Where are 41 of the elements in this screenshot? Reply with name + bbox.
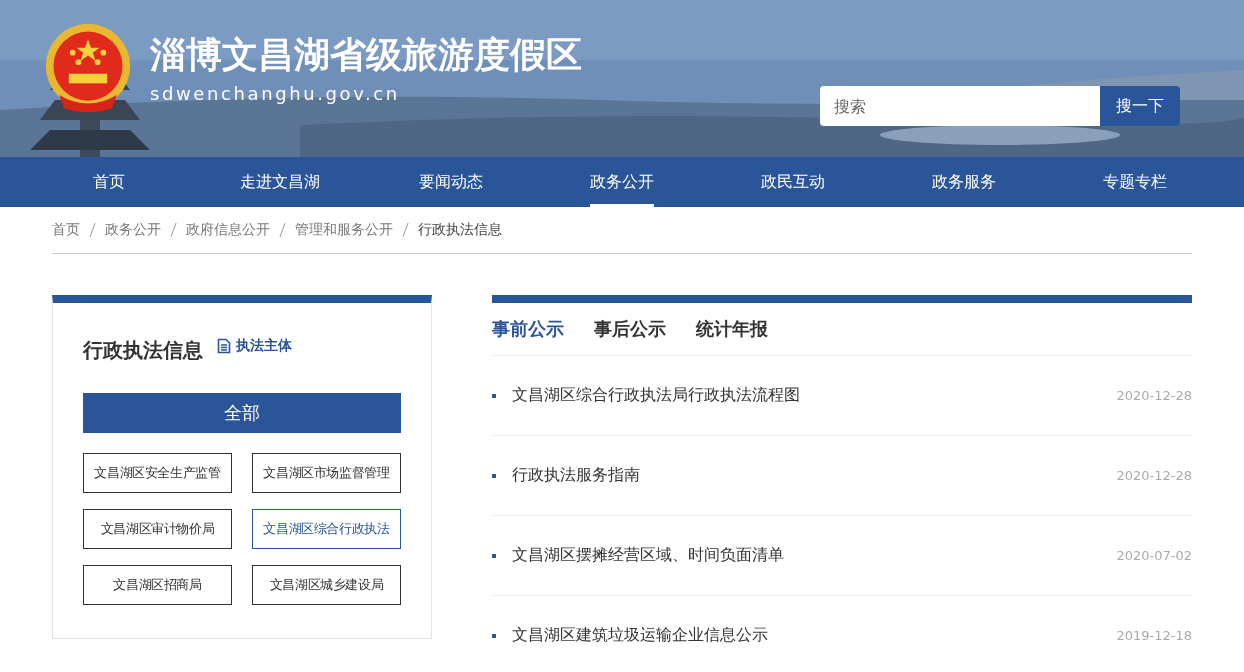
article-date: 2020-12-28 [1116,388,1192,403]
nav-item[interactable]: 专题专栏 [1049,157,1220,207]
bullet-icon [492,473,496,478]
site-title: 淄博文昌湖省级旅游度假区 [150,32,582,77]
entity-link[interactable]: 执法主体 [236,337,292,355]
breadcrumb-link[interactable]: 行政执法信息 [418,221,502,239]
category-button[interactable]: 文昌湖区招商局 [83,565,232,605]
bullet-icon [492,393,496,398]
article-date: 2019-12-18 [1116,628,1192,643]
category-button[interactable]: 文昌湖区综合行政执法 [252,509,401,549]
category-button[interactable]: 文昌湖区安全生产监管 [83,453,232,493]
sidebar-title: 行政执法信息 [83,336,203,364]
article-date: 2020-12-28 [1116,468,1192,483]
category-button[interactable]: 文昌湖区城乡建设局 [252,565,401,605]
bullet-icon [492,633,496,638]
nav-item[interactable]: 政务服务 [878,157,1050,207]
nav-item[interactable]: 走进文昌湖 [194,157,366,207]
category-button[interactable]: 文昌湖区审计物价局 [83,509,232,549]
tab[interactable]: 事前公示 [492,317,564,341]
article-link[interactable]: 文昌湖区摆摊经营区域、时间负面清单 [512,545,1117,566]
category-button[interactable]: 文昌湖区市场监督管理 [252,453,401,493]
search-button[interactable]: 搜一下 [1100,86,1180,126]
breadcrumb-link[interactable]: 政务公开 [105,221,161,239]
article-link[interactable]: 行政执法服务指南 [512,465,1117,486]
search-field[interactable]: 搜索 [820,86,1100,126]
document-icon [217,338,231,354]
article-link[interactable]: 文昌湖区综合行政执法局行政执法流程图 [512,385,1117,406]
breadcrumb-link[interactable]: 政府信息公开 [186,221,270,239]
all-button[interactable]: 全部 [83,393,401,433]
nav-item[interactable]: 首页 [24,157,195,207]
bullet-icon [492,553,496,558]
breadcrumb-link[interactable]: 管理和服务公开 [295,221,393,239]
nav-item[interactable]: 要闻动态 [365,157,537,207]
nav-item[interactable]: 政务公开 [536,157,708,207]
nav-item[interactable]: 政民互动 [707,157,879,207]
article-link[interactable]: 文昌湖区建筑垃圾运输企业信息公示 [512,625,1117,646]
site-domain: sdwenchanghu.gov.cn [150,82,401,104]
tab[interactable]: 事后公示 [594,317,666,341]
tab[interactable]: 统计年报 [696,317,768,341]
breadcrumb-link[interactable]: 首页 [52,221,80,239]
article-date: 2020-07-02 [1116,548,1192,563]
